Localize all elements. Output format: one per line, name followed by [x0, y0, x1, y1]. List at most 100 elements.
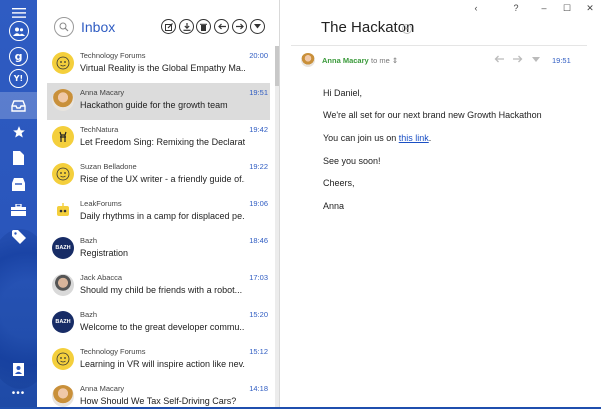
email-time: 19:51: [552, 56, 571, 65]
body-line-1: We're all set for our next brand new Gro…: [323, 110, 542, 120]
yahoo-account-label: Y!: [9, 68, 28, 88]
subject: Should my child be friends with a robot.…: [80, 285, 243, 295]
tag-icon[interactable]: [0, 224, 37, 250]
search-icon[interactable]: [54, 17, 74, 37]
list-item[interactable]: Anna Macary How Should We Tax Self-Drivi…: [47, 379, 270, 409]
subject: Learning in VR will inspire action like …: [80, 359, 245, 369]
body-line-2-suffix: .: [428, 133, 432, 143]
sender-name[interactable]: Anna Macary: [322, 56, 369, 65]
google-account-label: g: [9, 46, 28, 66]
list-toolbar: Inbox: [37, 12, 280, 42]
subject: Welcome to the great developer commu...: [80, 322, 245, 332]
forward-icon[interactable]: [232, 19, 247, 34]
message-time: 14:18: [249, 384, 268, 393]
list-scrollbar[interactable]: [275, 46, 279, 409]
sender-name: TechNatura: [80, 125, 119, 134]
avatar: [52, 348, 74, 370]
sender-name: Jack Abacca: [80, 273, 123, 282]
sender-name: Anna Macary: [80, 88, 125, 97]
body-greeting: Hi Daniel,: [323, 88, 363, 98]
more-actions-icon[interactable]: [250, 19, 265, 34]
more-icon[interactable]: •••: [0, 380, 37, 406]
download-icon[interactable]: [179, 19, 194, 34]
email-title: The Hackaton: [321, 19, 415, 36]
list-item[interactable]: BAZH Bazh Welcome to the great developer…: [47, 305, 270, 342]
message-time: 18:46: [249, 236, 268, 245]
message-time: 19:06: [249, 199, 268, 208]
close-icon[interactable]: ✕: [584, 3, 596, 14]
subject: Rise of the UX writer - a friendly guide…: [80, 174, 245, 184]
list-item-selected[interactable]: Anna Macary Hackathon guide for the grow…: [47, 83, 270, 120]
list-item[interactable]: LeakForums Daily rhythms in a camp for d…: [47, 194, 270, 231]
scrollbar-thumb[interactable]: [275, 46, 279, 86]
list-item[interactable]: Suzan Belladone Rise of the UX writer - …: [47, 157, 270, 194]
sender-name: LeakForums: [80, 199, 122, 208]
list-item[interactable]: Technology Forums Learning in VR will in…: [47, 342, 270, 379]
body-line-2: You can join us on this link.: [323, 133, 431, 143]
sender-name: Technology Forums: [80, 51, 146, 60]
sender-name: Bazh: [80, 310, 98, 319]
sender-name: Bazh: [80, 236, 98, 245]
list-item[interactable]: TechNatura Let Freedom Sing: Remixing th…: [47, 120, 270, 157]
avatar: [52, 200, 74, 222]
expand-recipients-icon: ⇕: [391, 56, 399, 65]
message-time: 15:20: [249, 310, 268, 319]
delete-icon[interactable]: [196, 19, 211, 34]
reading-pane: ‹ ? – ☐ ✕ The Hackaton + Anna Macary to …: [281, 0, 601, 409]
subject: Let Freedom Sing: Remixing the Declarati…: [80, 137, 245, 147]
subject: Hackathon guide for the growth team: [80, 100, 228, 110]
message-time: 15:12: [249, 347, 268, 356]
inbox-icon[interactable]: [0, 92, 37, 119]
document-icon[interactable]: [0, 145, 37, 171]
subject: Daily rhythms in a camp for displaced pe…: [80, 211, 245, 221]
compose-icon[interactable]: [161, 19, 176, 34]
avatar: [52, 163, 74, 185]
sender-name: Technology Forums: [80, 347, 146, 356]
message-time: 20:00: [249, 51, 268, 60]
subject: Registration: [80, 248, 129, 258]
more-actions-icon[interactable]: [532, 55, 540, 65]
body-line-3: See you soon!: [323, 156, 381, 166]
recipients-toggle[interactable]: to me ⇕: [371, 56, 398, 65]
back-icon[interactable]: ‹: [470, 3, 482, 13]
message-time: 19:42: [249, 125, 268, 134]
list-item[interactable]: Technology Forums Virtual Reality is the…: [47, 46, 270, 83]
people-icon[interactable]: [0, 17, 37, 45]
folder-title: Inbox: [81, 19, 116, 35]
contact-card-icon[interactable]: [0, 356, 37, 382]
body-signature: Anna: [323, 201, 345, 211]
sender-avatar: [301, 53, 315, 67]
message-time: 19:51: [249, 88, 268, 97]
briefcase-icon[interactable]: [0, 197, 37, 223]
avatar: [52, 89, 74, 111]
join-link[interactable]: this link: [399, 133, 429, 143]
add-tag-icon[interactable]: +: [402, 24, 412, 34]
reply-icon[interactable]: [494, 55, 504, 65]
subject: Virtual Reality is the Global Empathy Ma…: [80, 63, 245, 73]
avatar: [52, 52, 74, 74]
subject: How Should We Tax Self-Driving Cars?: [80, 396, 237, 406]
reply-icon[interactable]: [214, 19, 229, 34]
message-time: 17:03: [249, 273, 268, 282]
body-line-2-prefix: You can join us on: [323, 133, 399, 143]
body-closing: Cheers,: [323, 178, 355, 188]
account-rail: g Y! •••: [0, 0, 37, 409]
avatar: BAZH: [52, 311, 74, 333]
sender-name: Suzan Belladone: [80, 162, 137, 171]
maximize-icon[interactable]: ☐: [561, 3, 573, 14]
list-item[interactable]: BAZH Bazh Registration 18:46: [47, 231, 270, 268]
sender-name: Anna Macary: [80, 384, 125, 393]
forward-icon[interactable]: [513, 55, 523, 65]
avatar: BAZH: [52, 237, 74, 259]
star-icon[interactable]: [0, 119, 37, 145]
header-divider: [291, 45, 587, 46]
help-icon[interactable]: ?: [510, 3, 522, 13]
minimize-icon[interactable]: –: [538, 3, 550, 13]
archive-icon[interactable]: [0, 171, 37, 197]
message-list-pane: Inbox Technology Forums Virtual Reality …: [37, 0, 280, 409]
list-item[interactable]: Jack Abacca Should my child be friends w…: [47, 268, 270, 305]
message-list[interactable]: Technology Forums Virtual Reality is the…: [37, 46, 280, 409]
yahoo-account-icon[interactable]: Y!: [0, 65, 37, 91]
avatar: [52, 126, 74, 148]
avatar: [52, 274, 74, 296]
